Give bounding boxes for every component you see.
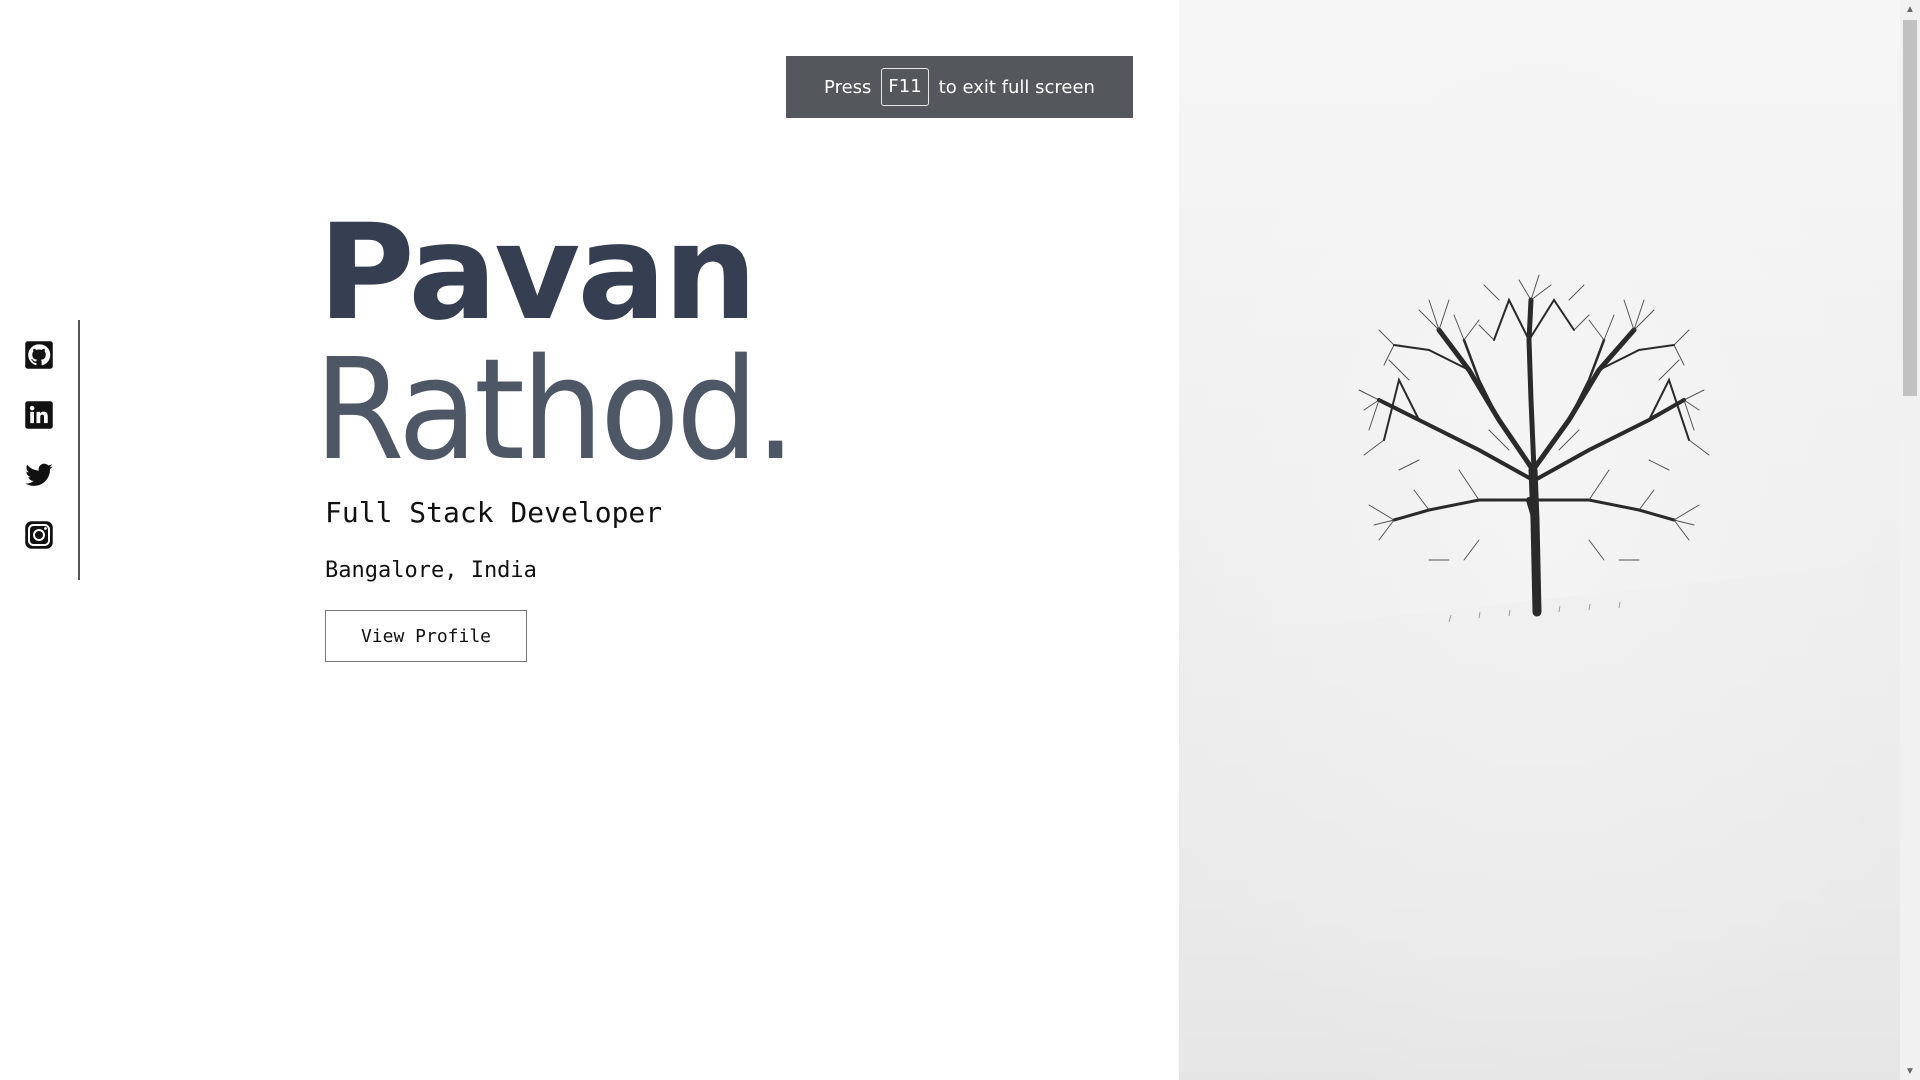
scroll-up-icon[interactable]: ▲ [1900,0,1920,18]
portfolio-page: Pavan Rathod. Full Stack Developer Banga… [0,0,1920,1080]
github-icon[interactable] [24,340,54,370]
f11-key: F11 [881,68,929,106]
winter-tree-photo [1179,0,1900,1080]
location-text: Bangalore, India [325,558,537,583]
linkedin-icon[interactable] [24,400,54,430]
twitter-icon[interactable] [24,460,54,490]
tree-illustration [1179,0,1900,1080]
scrollbar-thumb[interactable] [1903,20,1917,396]
fullscreen-notice-prefix: Press [824,76,872,98]
scroll-down-icon[interactable]: ▼ [1900,1062,1920,1080]
view-profile-button[interactable]: View Profile [325,610,527,662]
job-title: Full Stack Developer [325,496,663,529]
hero-section: Pavan Rathod. Full Stack Developer Banga… [0,0,1179,1080]
last-name: Rathod. [314,329,796,492]
social-divider [78,320,80,580]
fullscreen-notice: Press F11 to exit full screen [786,56,1133,118]
instagram-icon[interactable] [24,520,54,550]
social-links [24,340,54,580]
fullscreen-notice-suffix: to exit full screen [938,76,1095,98]
first-name: Pavan [318,196,757,350]
vertical-scrollbar[interactable]: ▲ ▼ [1900,0,1920,1080]
